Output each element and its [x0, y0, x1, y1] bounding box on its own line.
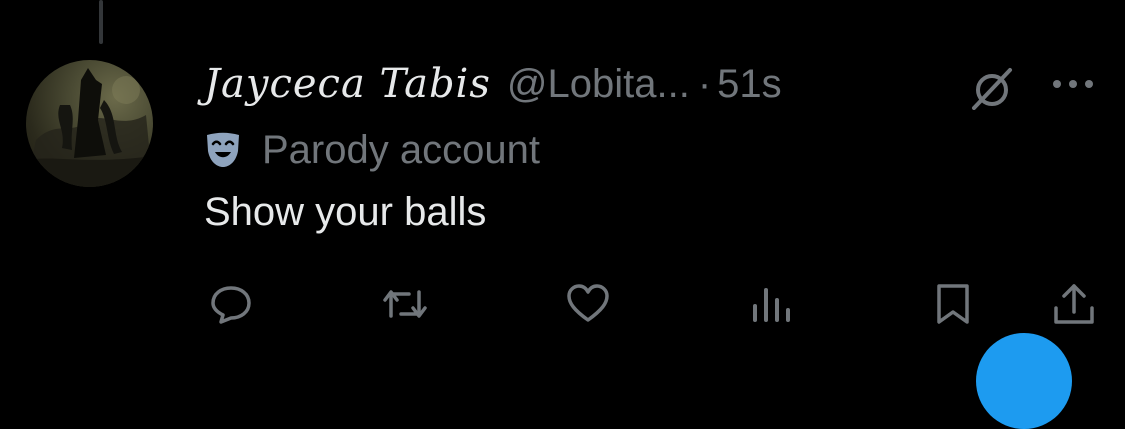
thread-connector-line — [99, 0, 103, 44]
meta-separator: · — [697, 61, 712, 106]
timestamp[interactable]: 51s — [717, 62, 782, 107]
user-handle[interactable]: @Lobita... — [507, 62, 690, 107]
grok-icon[interactable] — [968, 66, 1016, 110]
bookmark-icon[interactable] — [931, 282, 975, 326]
repost-icon[interactable] — [383, 282, 427, 326]
reply-icon[interactable] — [209, 282, 253, 326]
avatar[interactable] — [26, 60, 153, 187]
tweet-text: Show your balls — [204, 190, 487, 234]
display-name[interactable]: Jayceca Tabis — [204, 61, 491, 107]
views-icon[interactable] — [749, 282, 793, 326]
share-icon[interactable] — [1052, 282, 1096, 326]
like-icon[interactable] — [566, 282, 610, 326]
compose-fab-button[interactable] — [976, 333, 1072, 429]
theater-mask-icon — [207, 132, 239, 167]
tweet-header: Jayceca Tabis @Lobita... · 51s — [204, 56, 782, 112]
parody-account-label: Parody account — [262, 127, 540, 172]
parody-badge: Parody account — [204, 124, 540, 176]
more-icon[interactable] — [1049, 72, 1097, 96]
avatar-artwork — [26, 68, 153, 187]
